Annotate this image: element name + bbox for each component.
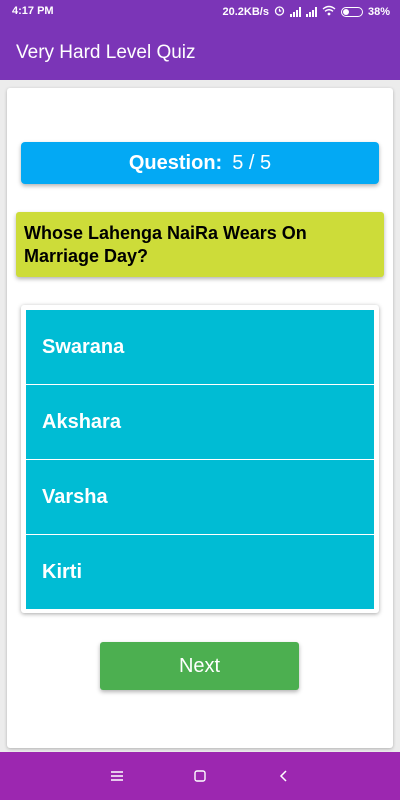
- question-counter: Question: 5 / 5: [21, 142, 379, 184]
- signal-icon: [305, 7, 317, 17]
- signal-icon: [289, 7, 301, 17]
- back-chevron-icon[interactable]: [260, 752, 308, 800]
- status-right-group: 20.2KB/s 38%: [222, 5, 390, 19]
- navigation-bar: [0, 752, 400, 800]
- option-swarana[interactable]: Swarana: [26, 310, 374, 384]
- option-kirti[interactable]: Kirti: [26, 535, 374, 609]
- option-akshara[interactable]: Akshara: [26, 385, 374, 459]
- app-bar: Very Hard Level Quiz: [0, 24, 400, 80]
- question-counter-label: Question:: [128, 151, 223, 174]
- home-square-icon[interactable]: [176, 752, 224, 800]
- battery-percent: 38%: [367, 6, 390, 18]
- menu-icon[interactable]: [93, 752, 141, 800]
- status-time: 4:17 PM: [12, 5, 54, 17]
- wifi-icon: [322, 5, 336, 19]
- status-bar: 4:17 PM 20.2KB/s 38%: [0, 0, 400, 24]
- next-button[interactable]: Next: [100, 642, 299, 690]
- network-speed: 20.2KB/s: [222, 6, 269, 18]
- option-varsha[interactable]: Varsha: [26, 460, 374, 534]
- alarm-icon: [274, 5, 285, 19]
- question-counter-value: 5 / 5: [232, 151, 272, 174]
- battery-icon: [340, 7, 363, 17]
- app-title: Very Hard Level Quiz: [16, 42, 196, 63]
- options-list: Swarana Akshara Varsha Kirti: [21, 305, 379, 613]
- question-text: Whose Lahenga NaiRa Wears On Marriage Da…: [16, 212, 384, 277]
